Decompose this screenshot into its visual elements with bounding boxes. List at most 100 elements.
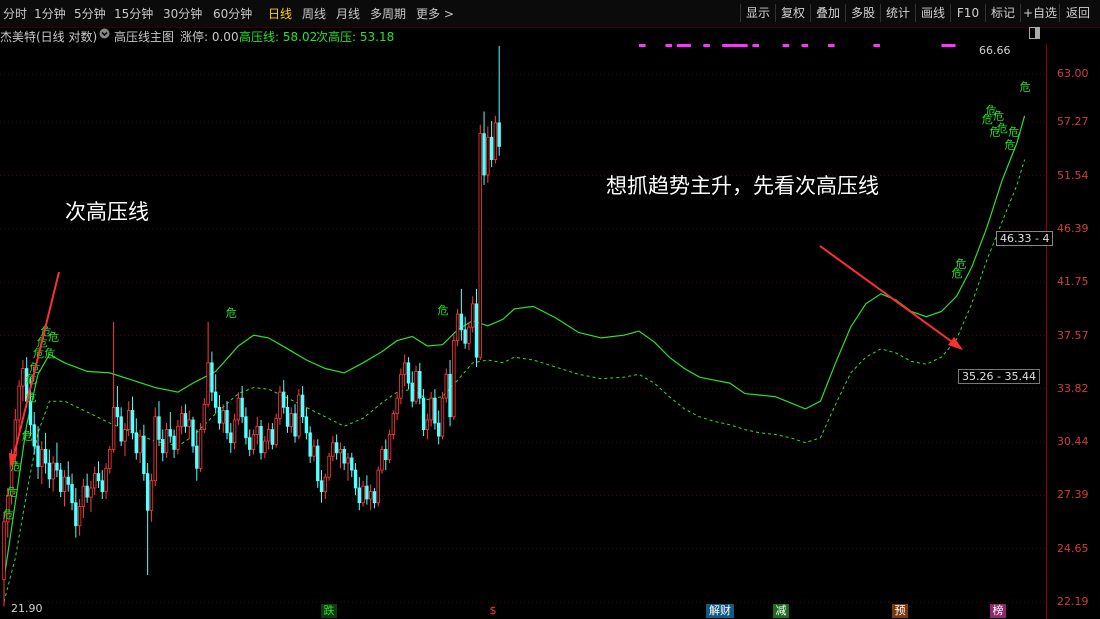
candle (486, 136, 490, 176)
y-tick: 57.27 (1057, 115, 1089, 129)
y-tick: 22.19 (1057, 595, 1089, 608)
timeframe-weekly[interactable]: 周线 (302, 5, 326, 22)
event-marker[interactable]: 解财 (706, 604, 734, 618)
add-watchlist-button[interactable]: +自选 (1020, 4, 1059, 22)
draw-line-button[interactable]: 画线 (915, 4, 950, 22)
candle (108, 449, 112, 469)
candle (282, 391, 286, 408)
danger-mark: 危 (22, 429, 33, 442)
timeframe-1min[interactable]: 1分钟 (34, 5, 66, 22)
candle (21, 368, 25, 387)
candle (270, 429, 275, 445)
magenta-signal (752, 44, 759, 47)
timeframe-60min[interactable]: 60分钟 (213, 5, 252, 22)
danger-mark: 危 (997, 122, 1008, 135)
timeframe-15min[interactable]: 15分钟 (114, 5, 153, 22)
chevron-down-icon (99, 28, 110, 39)
candle (2, 521, 6, 580)
candle (225, 410, 229, 434)
back-button[interactable]: 返回 (1059, 4, 1096, 22)
candle (28, 400, 33, 426)
candle (161, 438, 165, 454)
annotation-arrow-right (819, 245, 956, 345)
candle (36, 445, 40, 467)
mark-button[interactable]: 标记 (985, 4, 1020, 22)
magenta-signal (676, 44, 691, 47)
f10-button[interactable]: F10 (950, 4, 985, 22)
display-button[interactable]: 显示 (740, 4, 775, 22)
candle (346, 457, 350, 464)
magenta-signal (722, 44, 748, 47)
event-label: 解财 (709, 604, 731, 617)
candle (365, 485, 369, 500)
toolbar: 分时 1分钟 5分钟 15分钟 30分钟 60分钟 日线 周线 月线 多周期 更… (0, 0, 1100, 28)
candle (471, 303, 475, 328)
candle (244, 416, 248, 439)
stock-name: 杰美特(日线 对数) (0, 30, 98, 44)
candle (134, 432, 138, 454)
candle (440, 397, 445, 437)
event-marker[interactable]: $ (488, 604, 498, 618)
candle (119, 416, 123, 442)
timeframe-multi[interactable]: 多周期 (370, 5, 406, 22)
candle (387, 434, 392, 461)
candle (157, 416, 161, 440)
candle (263, 440, 267, 454)
candle (300, 394, 305, 418)
candle (145, 473, 150, 511)
more-menu[interactable]: 更多 > (416, 5, 454, 22)
candle (323, 476, 327, 493)
candle (289, 413, 293, 427)
event-marker[interactable]: 预 (892, 604, 908, 618)
candle (266, 429, 271, 442)
candle (429, 397, 433, 421)
candle (372, 491, 377, 504)
candle (444, 373, 448, 399)
candle (111, 406, 116, 450)
timeframe-30min[interactable]: 30分钟 (163, 5, 202, 22)
y-tick: 46.39 (1057, 221, 1089, 235)
arrowhead-right (948, 337, 963, 350)
statistics-button[interactable]: 统计 (880, 4, 915, 22)
candle (482, 133, 486, 176)
event-label: 跌 (323, 604, 335, 617)
top-price-label: 66.66 (979, 44, 1011, 57)
overlay-button[interactable]: 叠加 (810, 4, 845, 22)
candle (350, 457, 354, 471)
candle (127, 410, 131, 430)
candle (232, 419, 237, 444)
candle (191, 419, 195, 447)
adjust-button[interactable]: 复权 (775, 4, 810, 22)
panel-toggle-icon[interactable] (1029, 27, 1040, 42)
timeframe-fenshi[interactable]: 分时 (3, 5, 27, 22)
zhangting-value: 涨停: 0.00 (180, 30, 239, 44)
event-marker[interactable]: 跌 (321, 604, 337, 618)
candle (489, 136, 494, 160)
magenta-signal (873, 44, 880, 47)
candle (206, 362, 210, 405)
annotation-left: 次高压线 (65, 200, 149, 224)
candle (421, 397, 426, 430)
event-marker[interactable]: 榜 (990, 604, 1006, 618)
candle (62, 476, 67, 493)
candle (172, 435, 176, 450)
candle (448, 373, 452, 418)
candle (497, 122, 501, 147)
indicator-dropdown[interactable] (99, 28, 110, 42)
candle (452, 340, 456, 418)
price-range-box-2: 35.26 - 35.44 (958, 369, 1040, 384)
candle (414, 371, 418, 402)
magenta-signal (801, 44, 809, 47)
candle (77, 506, 82, 527)
candle (293, 413, 297, 437)
timeframe-monthly[interactable]: 月线 (336, 5, 360, 22)
candle (312, 445, 316, 457)
candle (376, 469, 380, 504)
multi-stock-button[interactable]: 多股 (845, 4, 880, 22)
danger-mark: 危 (44, 347, 55, 360)
event-marker[interactable]: 减 (773, 604, 789, 618)
timeframe-5min[interactable]: 5分钟 (74, 5, 106, 22)
y-tick: 63.00 (1057, 67, 1089, 80)
timeframe-daily[interactable]: 日线 (268, 5, 292, 22)
y-tick: 30.44 (1057, 435, 1089, 449)
